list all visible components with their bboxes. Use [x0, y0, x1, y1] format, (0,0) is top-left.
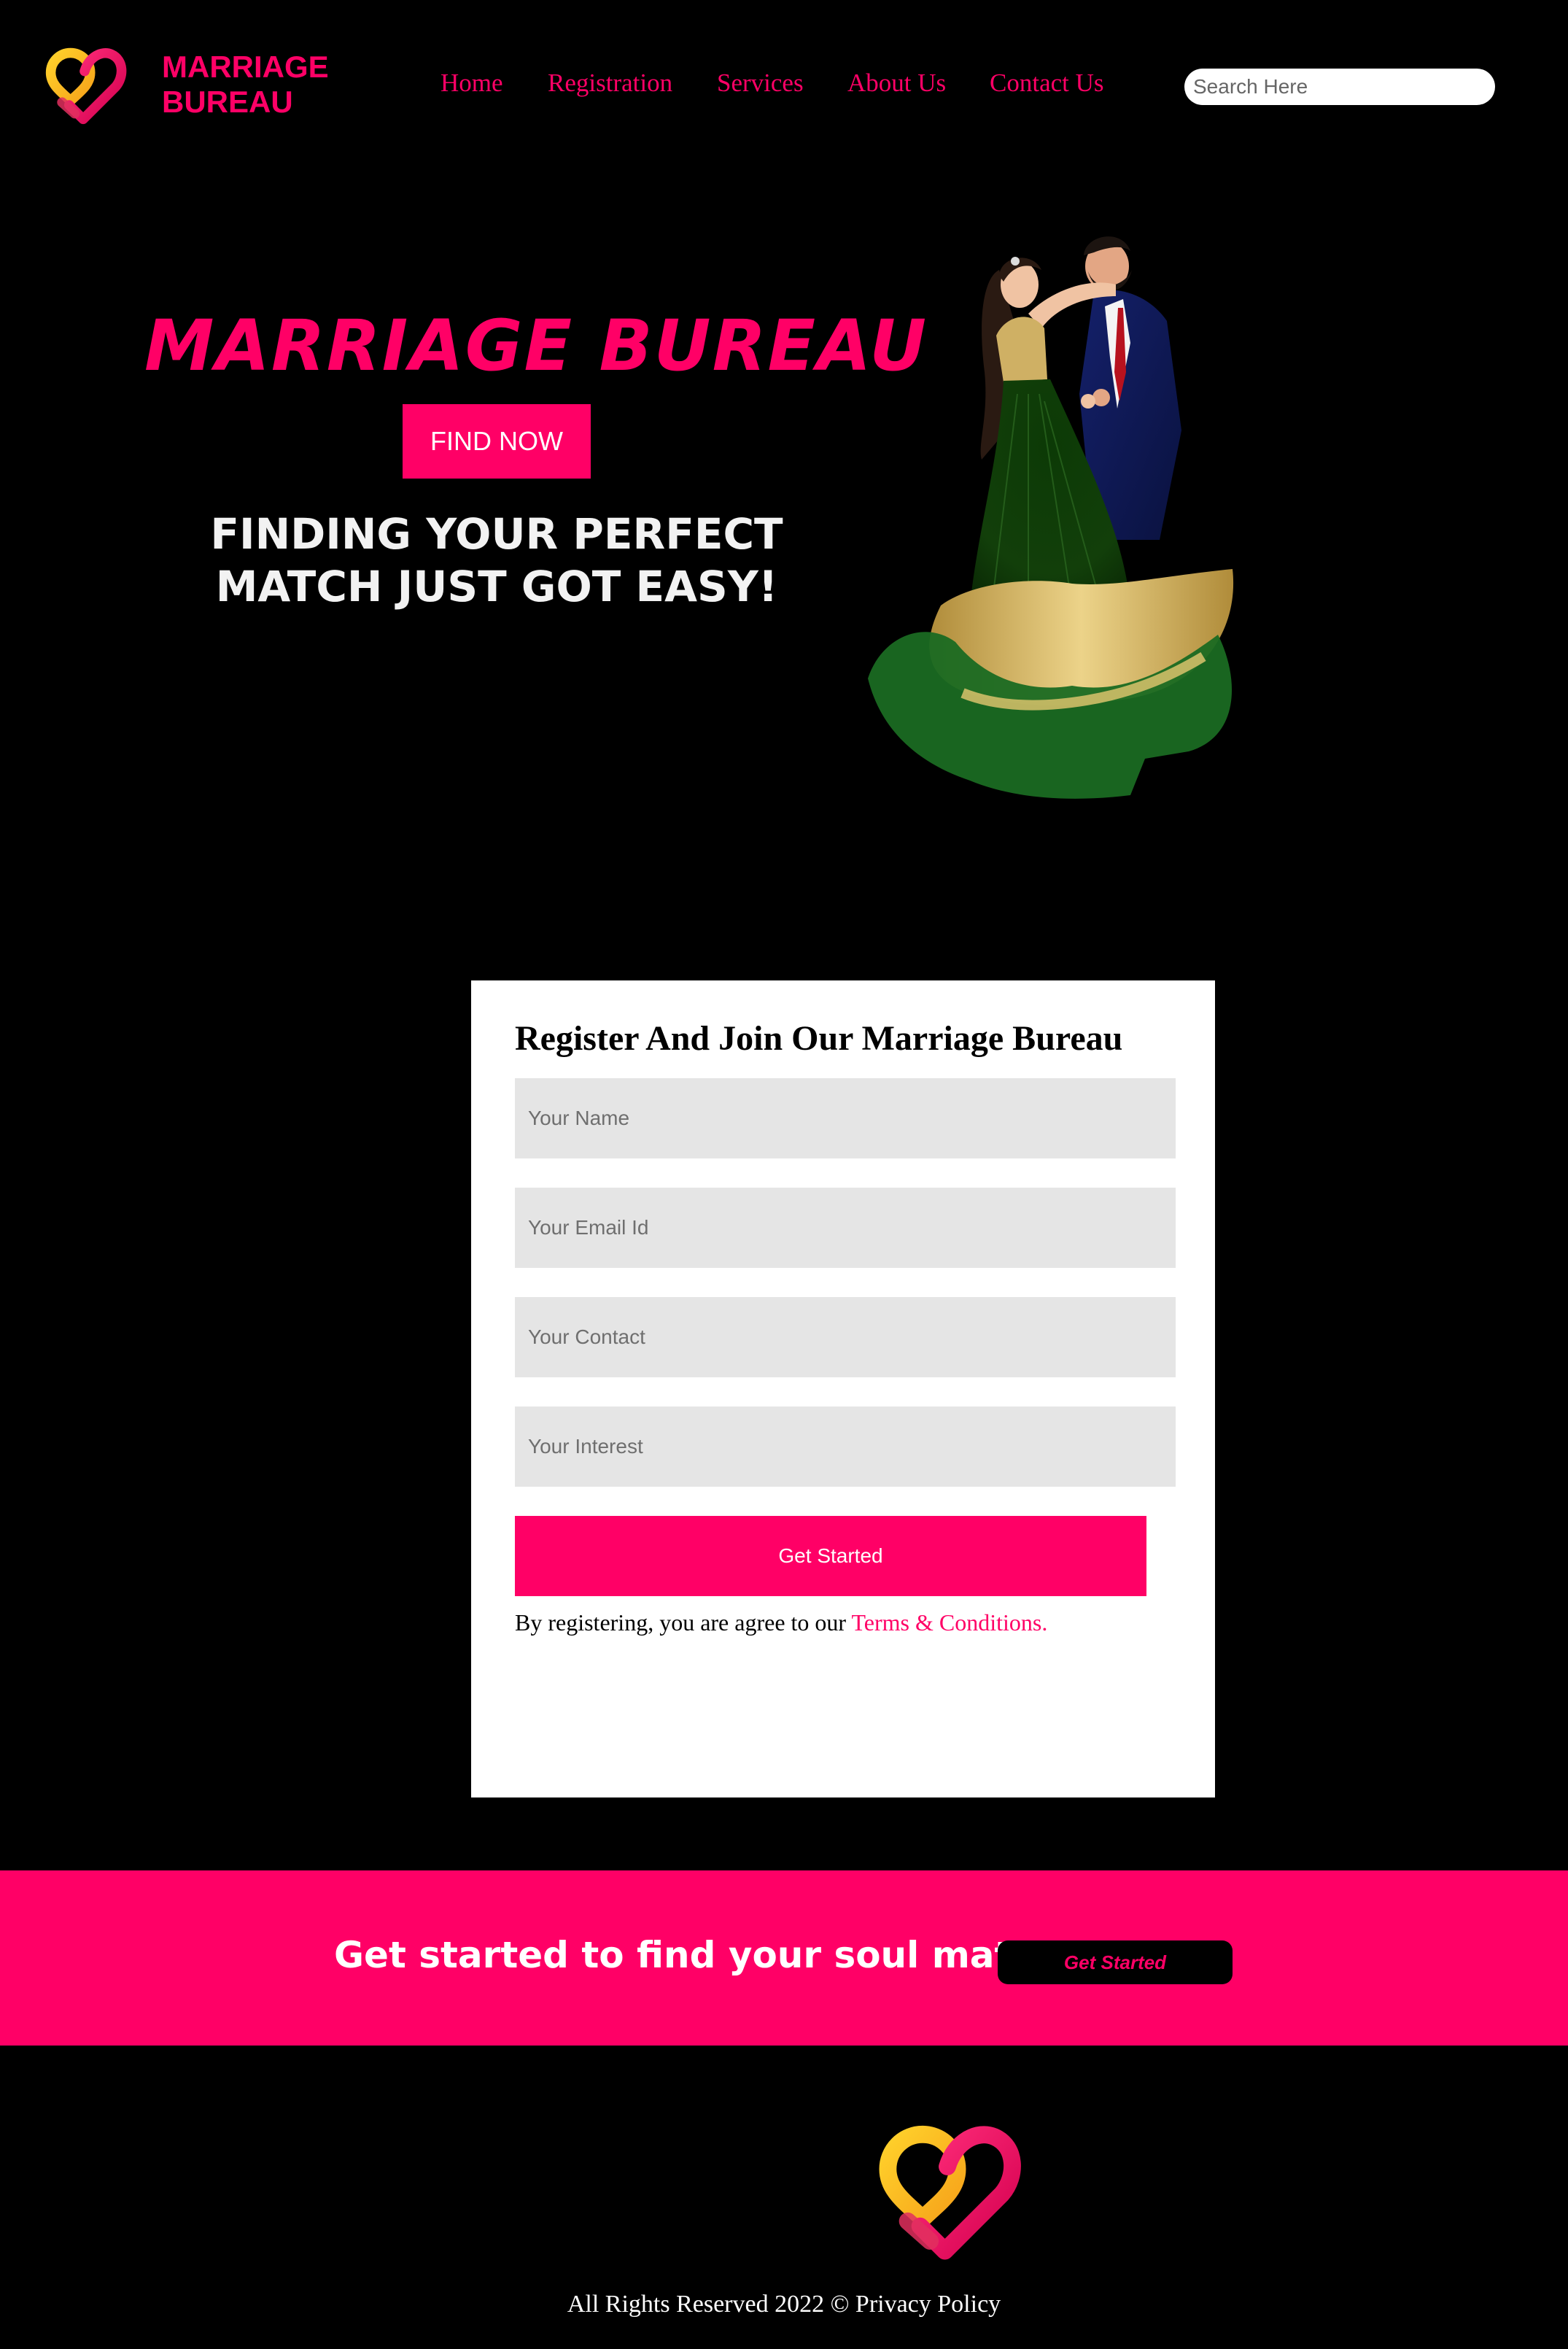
registration-form: Register And Join Our Marriage Bureau Ge…: [471, 980, 1215, 1797]
tagline-line-1: FINDING YOUR PERFECT: [210, 509, 783, 559]
footer-logo-icon: [865, 2117, 1030, 2266]
terms-prefix: By registering, you are agree to our: [515, 1609, 852, 1636]
terms-link[interactable]: Terms & Conditions.: [851, 1609, 1047, 1636]
cta-banner: Get started to find your soul mate! Get …: [0, 1870, 1568, 2046]
banner-text: Get started to find your soul mate!: [334, 1934, 1054, 1976]
nav-about-us[interactable]: About Us: [847, 69, 946, 98]
footer-copyright: All Rights Reserved 2022 © Privacy Polic…: [567, 2291, 1001, 2318]
hero-tagline: FINDING YOUR PERFECT MATCH JUST GOT EASY…: [146, 508, 847, 613]
banner-get-started-button[interactable]: Get Started: [998, 1940, 1233, 1984]
nav-home[interactable]: Home: [440, 69, 503, 98]
brand-line-1: MARRIAGE: [162, 50, 329, 84]
find-now-button[interactable]: FIND NOW: [403, 404, 591, 479]
couple-illustration: [853, 226, 1247, 799]
hero-title: MARRIAGE BUREAU: [144, 305, 928, 387]
get-started-button[interactable]: Get Started: [515, 1516, 1146, 1596]
nav-registration[interactable]: Registration: [548, 69, 672, 98]
brand-name[interactable]: MARRIAGE BUREAU: [162, 50, 329, 120]
brand-line-2: BUREAU: [162, 85, 293, 119]
tagline-line-2: MATCH JUST GOT EASY!: [215, 562, 778, 611]
name-field[interactable]: [515, 1078, 1176, 1158]
contact-field[interactable]: [515, 1297, 1176, 1377]
email-field[interactable]: [515, 1188, 1176, 1268]
nav-services[interactable]: Services: [717, 69, 804, 98]
terms-notice: By registering, you are agree to our Ter…: [515, 1609, 1047, 1636]
interest-field[interactable]: [515, 1406, 1176, 1487]
nav-contact-us[interactable]: Contact Us: [990, 69, 1104, 98]
search-input[interactable]: [1184, 69, 1495, 105]
brand-logo-icon[interactable]: [42, 42, 127, 128]
form-title: Register And Join Our Marriage Bureau: [515, 1019, 1123, 1058]
